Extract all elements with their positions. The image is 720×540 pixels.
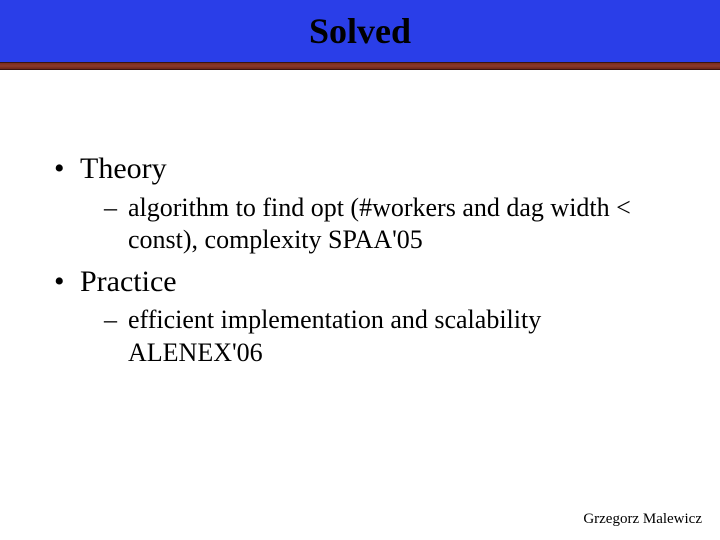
slide-title: Solved: [309, 10, 411, 52]
bullet-theory: Theory: [54, 150, 684, 188]
title-bar: Solved: [0, 0, 720, 62]
bullet-practice-sub: efficient implementation and scalability…: [104, 304, 664, 369]
bullet-theory-sub: algorithm to find opt (#workers and dag …: [104, 192, 664, 257]
slide: Solved Theory algorithm to find opt (#wo…: [0, 0, 720, 540]
content-area: Theory algorithm to find opt (#workers a…: [0, 70, 720, 369]
footer-author: Grzegorz Malewicz: [583, 511, 702, 528]
bullet-practice: Practice: [54, 263, 684, 301]
title-underline: [0, 62, 720, 70]
